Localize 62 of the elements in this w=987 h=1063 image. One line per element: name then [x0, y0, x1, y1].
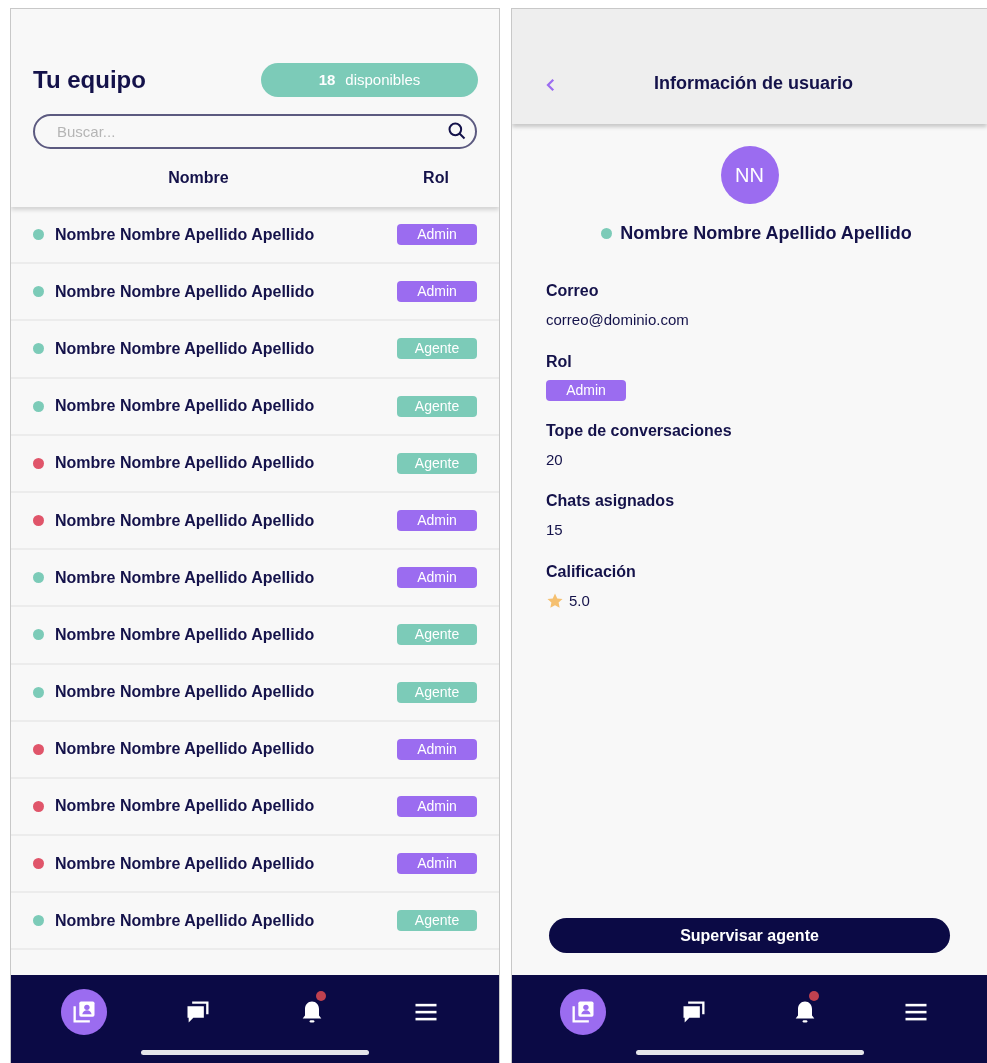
list-row[interactable]: Nombre Nombre Apellido Apellido Agente [11, 664, 499, 722]
list-row[interactable]: Nombre Nombre Apellido Apellido Admin [11, 492, 499, 551]
list-row[interactable]: Nombre Nombre Apellido Apellido Admin [11, 778, 499, 837]
member-name: Nombre Nombre Apellido Apellido [55, 796, 316, 817]
field-label: Correo [546, 281, 600, 301]
rating-value: 5.0 [569, 590, 590, 611]
field-label: Calificación [546, 561, 637, 582]
screen-title: Tu equipo [33, 65, 146, 95]
field-value: 15 [546, 520, 564, 540]
role-tag: Agente [397, 624, 477, 646]
search-field[interactable]: Buscar... [33, 114, 477, 149]
member-name: Nombre Nombre Apellido Apellido [55, 910, 316, 931]
member-name: Nombre Nombre Apellido Apellido [55, 224, 316, 245]
avatar: NN [720, 146, 779, 204]
supervise-button[interactable]: Supervisar agente [549, 918, 950, 953]
nav-tab[interactable] [61, 989, 107, 1035]
member-name: Nombre Nombre Apellido Apellido [55, 682, 316, 703]
nav-tab[interactable] [560, 989, 607, 1035]
member-name: Nombre Nombre Apellido Apellido [55, 853, 316, 874]
role-tag: Agente [397, 452, 477, 474]
search-icon [447, 121, 467, 141]
role-tag: Admin [546, 379, 626, 401]
member-name: Nombre Nombre Apellido Apellido [55, 281, 316, 302]
available-count: 18 [318, 69, 336, 90]
role-tag: Admin [397, 567, 477, 589]
role-tag: Admin [397, 224, 477, 246]
member-name: Nombre Nombre Apellido Apellido [55, 567, 316, 588]
field-label: Chats asignados [546, 491, 676, 511]
screen-title: Información de usuario [653, 72, 854, 95]
column-header: Rol [422, 168, 450, 188]
role-tag: Agente [397, 338, 477, 360]
list-row[interactable]: Nombre Nombre Apellido Apellido Agente [11, 321, 499, 379]
member-name: Nombre Nombre Apellido Apellido [55, 739, 316, 760]
list-row[interactable]: Nombre Nombre Apellido Apellido Admin [11, 264, 499, 322]
member-name: Nombre Nombre Apellido Apellido [55, 396, 316, 417]
role-tag: Admin [397, 795, 477, 817]
list-row[interactable]: Nombre Nombre Apellido Apellido Agente [11, 378, 499, 436]
role-tag: Agente [397, 910, 477, 932]
role-tag: Admin [397, 853, 477, 875]
list-row[interactable]: Nombre Nombre Apellido Apellido Admin [11, 836, 499, 894]
field-label: Rol [546, 351, 573, 372]
user-name: Nombre Nombre Apellido Apellido [620, 222, 912, 245]
role-tag: Agente [397, 681, 477, 703]
list-row[interactable]: Nombre Nombre Apellido Apellido Agente [11, 435, 499, 493]
column-header: Nombre [167, 168, 230, 188]
role-tag: Admin [397, 738, 477, 760]
role-tag: Agente [397, 395, 477, 417]
member-name: Nombre Nombre Apellido Apellido [55, 338, 316, 359]
member-name: Nombre Nombre Apellido Apellido [55, 510, 316, 531]
role-tag: Admin [397, 281, 477, 303]
list-row[interactable]: Nombre Nombre Apellido Apellido Agente [11, 893, 499, 951]
list-row[interactable]: Nombre Nombre Apellido Apellido Agente [11, 607, 499, 665]
list-row[interactable]: Nombre Nombre Apellido Apellido Admin [11, 721, 499, 779]
list-row[interactable]: Nombre Nombre Apellido Apellido Admin [11, 550, 499, 608]
member-name: Nombre Nombre Apellido Apellido [55, 453, 316, 474]
field-value: correo@dominio.com [546, 310, 690, 330]
field-value: 20 [546, 449, 564, 470]
list-row[interactable]: Nombre Nombre Apellido Apellido Admin [11, 207, 499, 265]
member-name: Nombre Nombre Apellido Apellido [55, 624, 316, 645]
role-tag: Admin [397, 510, 477, 532]
available-label: disponibles [345, 69, 421, 90]
field-label: Tope de conversaciones [546, 420, 733, 441]
